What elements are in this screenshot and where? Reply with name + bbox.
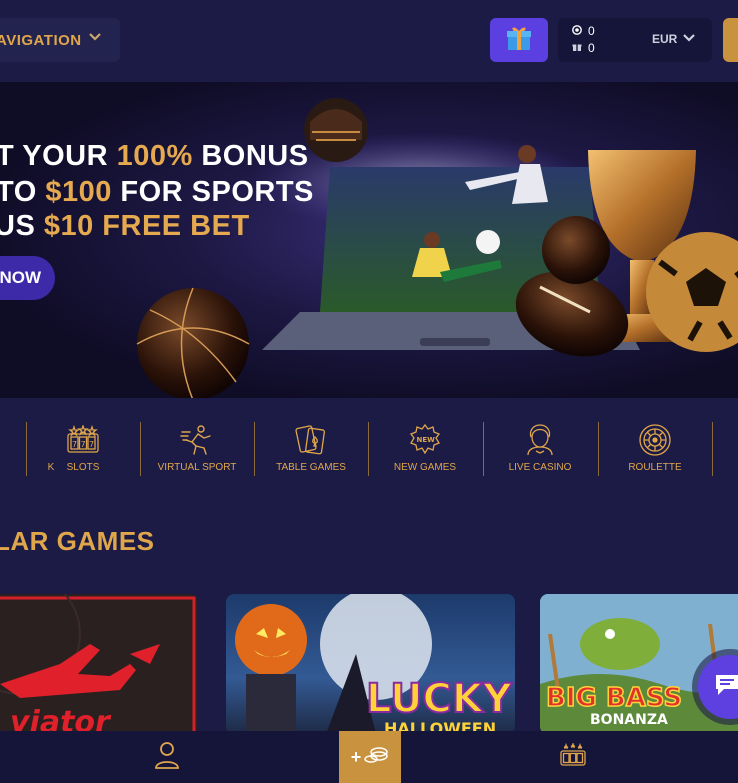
runner-icon [180, 422, 214, 458]
banner-highlight: $10 FREE BET [43, 210, 250, 242]
lucky-halloween-artwork: LUCKY HALLOWEEN [235, 594, 514, 734]
lucky-title: LUCKY [366, 676, 513, 722]
category-item-table-games[interactable]: TABLE GAMES [254, 422, 368, 476]
slots-icon [560, 741, 586, 772]
svg-text:7: 7 [89, 440, 94, 449]
cards-icon [295, 422, 327, 458]
category-label: ROULETTE [628, 462, 682, 473]
slots-icon: 777 [66, 422, 100, 458]
category-item-virtual-sport[interactable]: VIRTUAL SPORT [140, 422, 254, 476]
deposit-plus-label: + [350, 746, 362, 767]
game-tile-lucky-halloween[interactable]: LUCKY HALLOWEEN [226, 594, 515, 734]
chat-icon [714, 673, 738, 702]
section-title-popular-games: LAR GAMES [0, 526, 155, 556]
big-bass-title: BIG BASS [546, 683, 682, 713]
coins-icon [363, 745, 389, 770]
wallet-balance[interactable]: 0 0 EUR [558, 18, 712, 62]
user-icon [154, 741, 180, 774]
category-label: NEW GAMES [393, 462, 457, 473]
bottom-slots-button[interactable] [546, 731, 600, 783]
deposit-button[interactable] [723, 18, 738, 62]
aviator-title: viator [10, 705, 112, 734]
banner-highlight: $100 [45, 176, 112, 208]
banner-cta-button[interactable]: NOW [0, 256, 55, 300]
balance-row: 0 [572, 24, 595, 38]
navigation-dropdown[interactable]: AVIGATION [0, 18, 120, 62]
currency-selector[interactable]: EUR [652, 32, 696, 46]
aviator-artwork: viator [0, 594, 198, 734]
big-bass-subtitle: BONANZA [590, 712, 668, 728]
gift-button[interactable] [490, 18, 548, 62]
banner-text: TO [0, 176, 46, 208]
banner-highlight: 100% [116, 140, 193, 172]
promo-banner[interactable]: T YOUR 100% BONUS TO $100 FOR SPORTS US … [0, 82, 738, 398]
svg-text:7: 7 [72, 440, 77, 449]
profile-button[interactable] [140, 731, 194, 783]
bonus-row: 0 [572, 41, 595, 55]
category-label: LIVE CASINO [508, 462, 572, 473]
category-label: TABLE GAMES [276, 462, 346, 473]
chevron-down-icon [88, 30, 102, 49]
balance-value: 0 [588, 24, 595, 38]
category-strip: K 777 SLOTS VIRTUAL SPORT TABLE GAMES NE… [0, 398, 738, 520]
bottom-navigation: + [0, 731, 738, 783]
gift-icon [506, 24, 532, 57]
category-item-slots[interactable]: 777 SLOTS [26, 422, 140, 476]
dealer-icon [524, 422, 556, 458]
category-item-new-games[interactable]: NEW NEW GAMES [368, 422, 482, 476]
banner-text: FOR SPORTS [111, 176, 314, 208]
coin-icon [572, 24, 582, 38]
banner-headline-line3: US $10 FREE BET [0, 210, 250, 243]
banner-text: T YOUR [0, 140, 117, 172]
header: AVIGATION 0 0 EUR [0, 0, 738, 82]
roulette-icon [638, 422, 672, 458]
new-badge-icon: NEW [408, 422, 442, 458]
category-item-live-casino[interactable]: LIVE CASINO [483, 422, 597, 476]
category-label: SLOTS [66, 462, 100, 473]
bonus-gift-icon [572, 41, 582, 55]
cta-label: NOW [0, 268, 41, 287]
bottom-deposit-button[interactable]: + [339, 731, 401, 783]
svg-text:NEW: NEW [417, 436, 436, 444]
navigation-label: AVIGATION [0, 31, 82, 49]
currency-label: EUR [652, 32, 678, 46]
bonus-value: 0 [588, 41, 595, 55]
banner-text: US [0, 210, 36, 242]
banner-headline-line1: T YOUR 100% BONUS [0, 140, 309, 173]
svg-text:7: 7 [81, 440, 86, 449]
banner-headline-line2: TO $100 FOR SPORTS [0, 176, 314, 209]
divider [712, 422, 713, 476]
chevron-down-icon [683, 32, 696, 46]
banner-text: BONUS [192, 140, 309, 172]
category-item-roulette[interactable]: ROULETTE [598, 422, 712, 476]
game-tile-aviator[interactable]: viator [0, 594, 198, 734]
category-label: VIRTUAL SPORT [157, 462, 237, 473]
